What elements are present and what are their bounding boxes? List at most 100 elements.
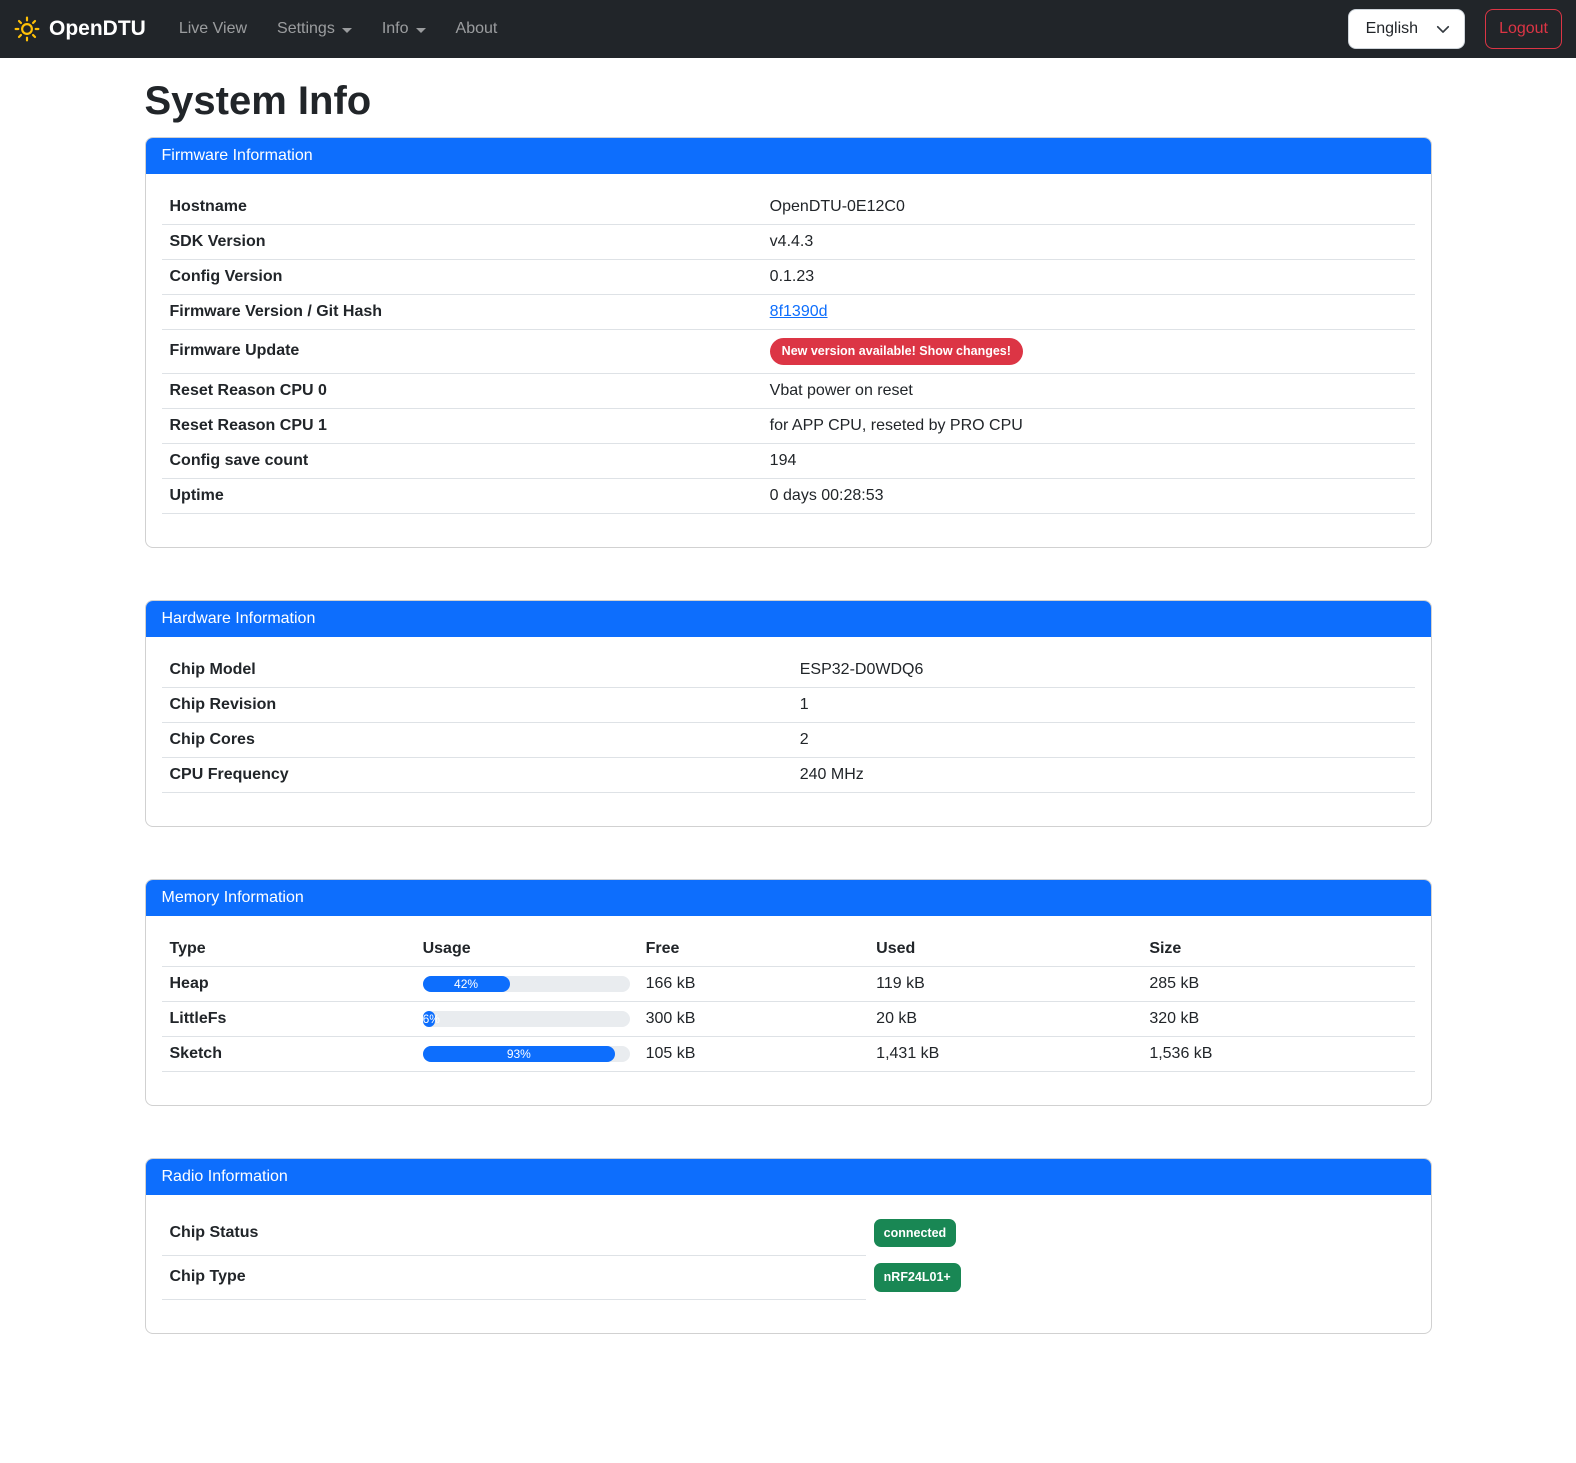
memory-table: Type Usage Free Used Size Heap 42% (162, 932, 1415, 1072)
column-header-size: Size (1141, 932, 1414, 967)
table-row: Chip Cores 2 (162, 722, 1415, 757)
table-row: Firmware Version / Git Hash 8f1390d (162, 295, 1415, 330)
table-row: Chip Status connected (162, 1211, 1415, 1256)
nav-item-live-view[interactable]: Live View (164, 12, 262, 46)
table-row: CPU Frequency 240 MHz (162, 757, 1415, 792)
column-header-usage: Usage (415, 932, 638, 967)
row-label: Reset Reason CPU 1 (162, 408, 762, 443)
row-value: 0 days 00:28:53 (762, 478, 1415, 513)
nav-item-label: Settings (277, 20, 335, 38)
hardware-information-card: Hardware Information Chip Model ESP32-D0… (145, 600, 1432, 827)
heap-usage-progress: 42% (423, 976, 630, 992)
row-label: Firmware Update (162, 330, 762, 374)
memory-size-value: 320 kB (1141, 1001, 1414, 1036)
hardware-card-header: Hardware Information (146, 601, 1431, 637)
table-row: Firmware Update New version available! S… (162, 330, 1415, 374)
top-navbar: OpenDTU Live View Settings Info About En… (0, 0, 1576, 58)
row-value: 240 MHz (792, 757, 1415, 792)
row-label: CPU Frequency (162, 757, 792, 792)
progress-bar-fill: 93% (423, 1046, 616, 1062)
table-row: LittleFs 6% 300 kB 20 kB 320 kB (162, 1001, 1415, 1036)
brand-logo[interactable]: OpenDTU (14, 16, 146, 42)
row-label: Chip Model (162, 653, 792, 688)
row-label: Chip Cores (162, 722, 792, 757)
table-row: Config save count 194 (162, 443, 1415, 478)
row-label: Config Version (162, 260, 762, 295)
table-row: Chip Type nRF24L01+ (162, 1255, 1415, 1300)
table-row: SDK Version v4.4.3 (162, 225, 1415, 260)
table-row: Reset Reason CPU 1 for APP CPU, reseted … (162, 408, 1415, 443)
nav-item-label: Info (382, 20, 409, 38)
sketch-usage-progress: 93% (423, 1046, 630, 1062)
firmware-card-header: Firmware Information (146, 138, 1431, 174)
row-value: OpenDTU-0E12C0 (762, 190, 1415, 225)
row-label: Chip Type (162, 1255, 866, 1300)
main-content: System Info Firmware Information Hostnam… (145, 79, 1432, 1334)
column-header-used: Used (868, 932, 1141, 967)
memory-used-value: 119 kB (868, 966, 1141, 1001)
progress-bar-fill: 42% (423, 976, 510, 992)
row-value: Vbat power on reset (762, 373, 1415, 408)
radio-table: Chip Status connected Chip Type nRF24L01… (162, 1211, 1415, 1301)
memory-type-label: LittleFs (162, 1001, 415, 1036)
memory-information-card: Memory Information Type Usage Free Used … (145, 879, 1432, 1106)
column-header-type: Type (162, 932, 415, 967)
firmware-table: Hostname OpenDTU-0E12C0 SDK Version v4.4… (162, 190, 1415, 514)
chevron-down-icon (416, 28, 426, 33)
hardware-table: Chip Model ESP32-D0WDQ6 Chip Revision 1 … (162, 653, 1415, 793)
table-row: Heap 42% 166 kB 119 kB 285 kB (162, 966, 1415, 1001)
memory-size-value: 1,536 kB (1141, 1036, 1414, 1071)
nav-item-about[interactable]: About (441, 12, 513, 46)
memory-type-label: Sketch (162, 1036, 415, 1071)
table-row: Uptime 0 days 00:28:53 (162, 478, 1415, 513)
row-value: for APP CPU, reseted by PRO CPU (762, 408, 1415, 443)
row-label: Chip Revision (162, 687, 792, 722)
littlefs-usage-progress: 6% (423, 1011, 630, 1027)
row-value: 0.1.23 (762, 260, 1415, 295)
firmware-information-card: Firmware Information Hostname OpenDTU-0E… (145, 137, 1432, 548)
row-label: Uptime (162, 478, 762, 513)
nav-item-label: Live View (179, 20, 247, 38)
chip-status-badge: connected (874, 1219, 957, 1248)
table-row: Sketch 93% 105 kB 1,431 kB 1,536 kB (162, 1036, 1415, 1071)
row-value: ESP32-D0WDQ6 (792, 653, 1415, 688)
language-selected-value: English (1366, 20, 1418, 38)
git-hash-link[interactable]: 8f1390d (770, 303, 828, 320)
table-header-row: Type Usage Free Used Size (162, 932, 1415, 967)
firmware-update-badge[interactable]: New version available! Show changes! (770, 338, 1023, 365)
sun-icon (14, 16, 40, 42)
row-label: SDK Version (162, 225, 762, 260)
row-label: Chip Status (162, 1211, 866, 1256)
row-label: Config save count (162, 443, 762, 478)
memory-free-value: 166 kB (638, 966, 869, 1001)
memory-type-label: Heap (162, 966, 415, 1001)
nav-item-label: About (456, 20, 498, 38)
row-value: 1 (792, 687, 1415, 722)
page-title: System Info (145, 79, 1432, 124)
memory-used-value: 1,431 kB (868, 1036, 1141, 1071)
memory-free-value: 105 kB (638, 1036, 869, 1071)
table-row: Chip Revision 1 (162, 687, 1415, 722)
progress-bar-fill: 6% (423, 1011, 435, 1027)
table-row: Hostname OpenDTU-0E12C0 (162, 190, 1415, 225)
radio-card-header: Radio Information (146, 1159, 1431, 1195)
column-header-free: Free (638, 932, 869, 967)
nav-item-settings[interactable]: Settings (262, 12, 367, 46)
row-label: Hostname (162, 190, 762, 225)
chevron-down-icon (342, 28, 352, 33)
brand-label: OpenDTU (49, 17, 146, 41)
radio-information-card: Radio Information Chip Status connected … (145, 1158, 1432, 1335)
chip-type-badge: nRF24L01+ (874, 1263, 961, 1292)
memory-card-header: Memory Information (146, 880, 1431, 916)
memory-free-value: 300 kB (638, 1001, 869, 1036)
row-value: 2 (792, 722, 1415, 757)
memory-used-value: 20 kB (868, 1001, 1141, 1036)
table-row: Config Version 0.1.23 (162, 260, 1415, 295)
row-label: Firmware Version / Git Hash (162, 295, 762, 330)
logout-button[interactable]: Logout (1485, 9, 1562, 49)
row-value: v4.4.3 (762, 225, 1415, 260)
nav-item-info[interactable]: Info (367, 12, 441, 46)
row-label: Reset Reason CPU 0 (162, 373, 762, 408)
language-select[interactable]: English (1348, 9, 1465, 49)
table-row: Reset Reason CPU 0 Vbat power on reset (162, 373, 1415, 408)
